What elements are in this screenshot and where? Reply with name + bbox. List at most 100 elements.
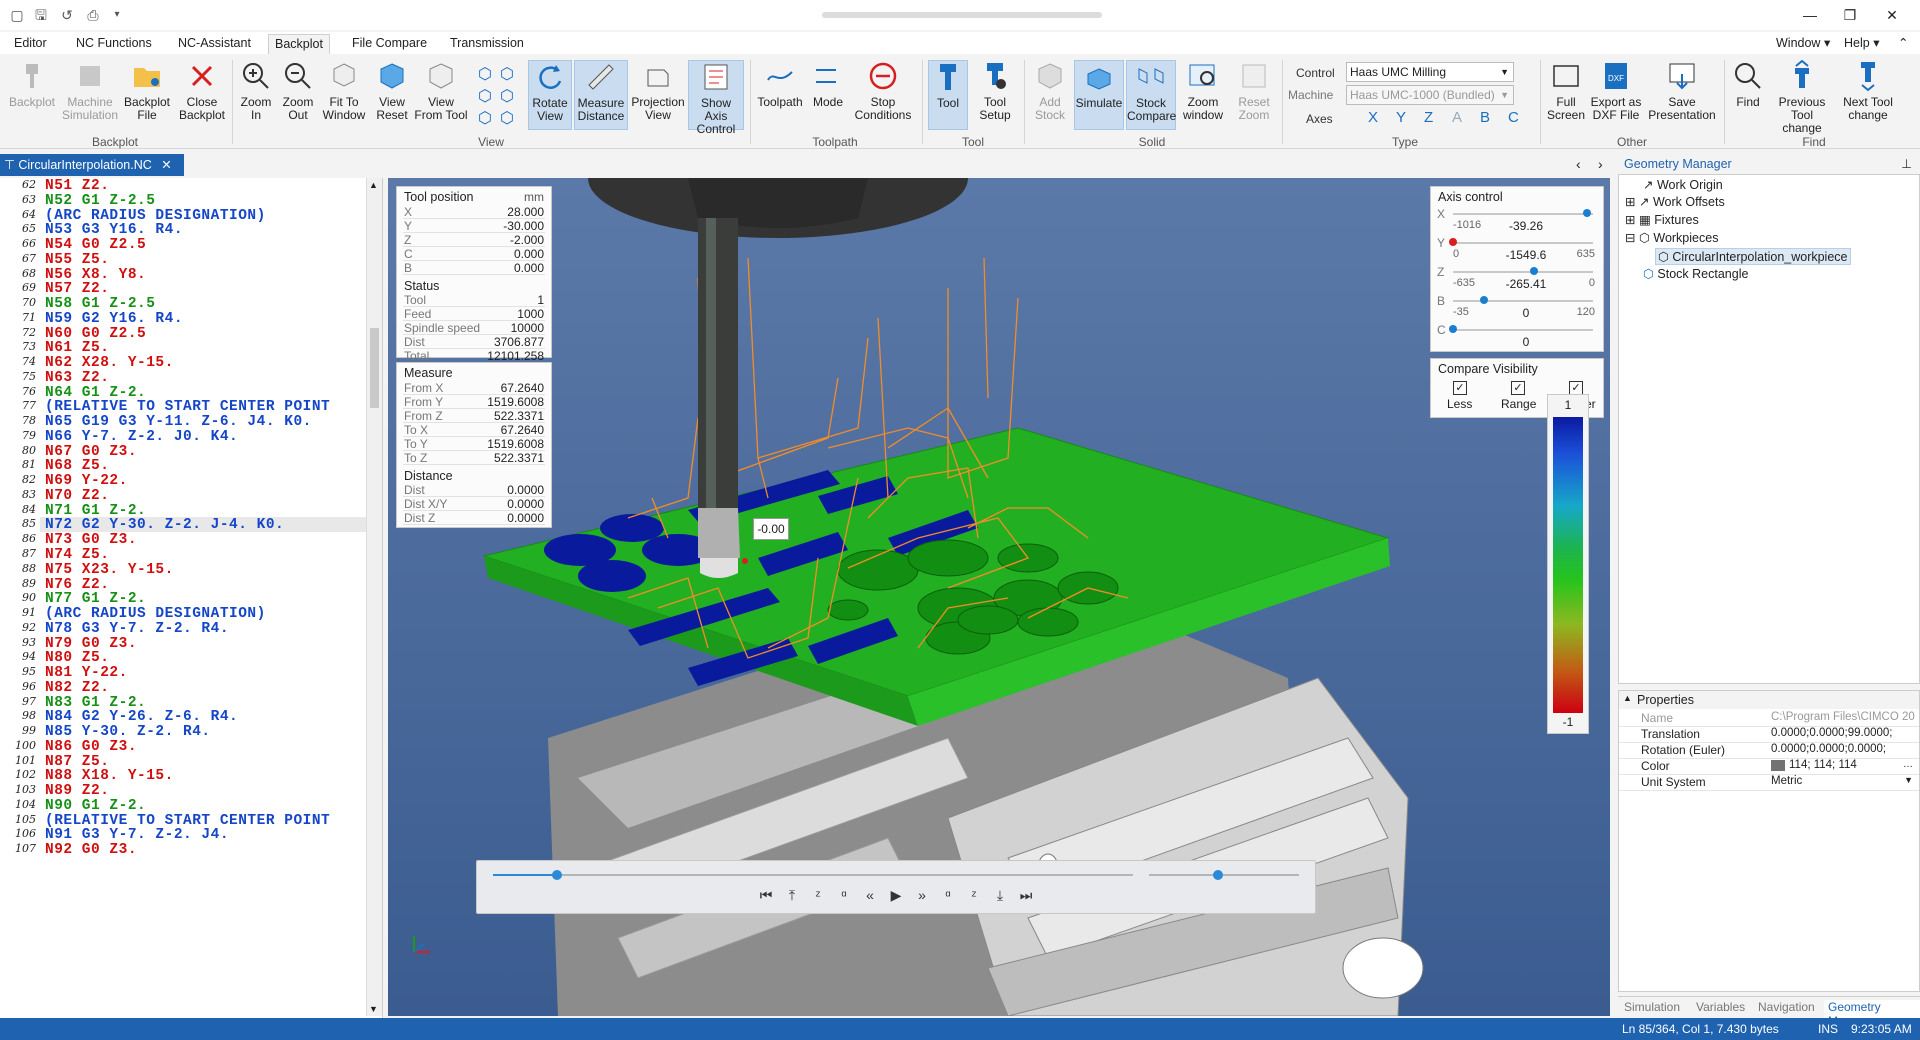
close-tab-icon[interactable]: ✕ [161, 158, 171, 172]
tree-item-workpieces[interactable]: ⊟ ⬡ Workpieces [1625, 230, 1718, 245]
iso-view-icon[interactable]: ⬡ [500, 64, 514, 84]
code-line[interactable]: N80 Z5. [45, 650, 109, 666]
code-line[interactable]: N87 Z5. [45, 754, 109, 770]
code-line[interactable]: N57 Z2. [45, 281, 109, 297]
backplot-file-button[interactable]: Backplot File [122, 60, 172, 130]
tab-nc-assistant[interactable]: NC-Assistant [172, 34, 257, 54]
tree-item-workpiece-selected[interactable]: ⬡ CircularInterpolation_workpiece [1655, 248, 1851, 265]
editor-scrollbar[interactable]: ▲ ▼ [366, 178, 382, 1016]
code-line[interactable]: N62 X28. Y-15. [45, 355, 174, 371]
full-screen-button[interactable]: Full Screen [1546, 60, 1586, 130]
axis-slider-thumb[interactable] [1530, 267, 1539, 275]
code-line[interactable]: N75 X23. Y-15. [45, 562, 174, 578]
property-value[interactable]: 114; 114; 114 [1789, 759, 1920, 771]
code-line[interactable]: N65 G19 G3 Y-11. Z-6. J4. K0. [45, 414, 312, 430]
view-reset-button[interactable]: View Reset [372, 60, 412, 130]
code-line[interactable]: N54 G0 Z2.5 [45, 237, 146, 253]
code-line[interactable]: N67 G0 Z3. [45, 444, 137, 460]
code-line[interactable]: N61 Z5. [45, 340, 109, 356]
code-line[interactable]: N77 G1 Z-2. [45, 591, 146, 607]
window-menu[interactable]: Window ▾ [1770, 34, 1836, 54]
axis-c-toggle[interactable]: C [1508, 109, 1519, 126]
mode-button[interactable]: Mode [808, 60, 848, 130]
axis-slider-track[interactable] [1453, 271, 1593, 273]
code-line[interactable]: N56 X8. Y8. [45, 267, 146, 283]
code-line[interactable]: N70 Z2. [45, 488, 109, 504]
code-line[interactable]: N85 Y-30. Z-2. R4. [45, 724, 211, 740]
geometry-tree[interactable]: ↗ Work Origin ⊞ ↗ Work Offsets ⊞ ▦ Fixtu… [1618, 174, 1920, 684]
prev-move-icon[interactable]: ᵅ [833, 887, 855, 903]
print-icon[interactable]: ⎙ [84, 6, 102, 24]
zoom-window-button[interactable]: Zoom window [1178, 60, 1228, 130]
code-editor[interactable]: 62 N51 Z2. 63 N52 G1 Z-2.5 64 (ARC RADIUS DES… [0, 178, 383, 1018]
quick-access-dropdown-icon[interactable]: ▾ [108, 6, 126, 24]
tab-scroll-right-icon[interactable]: › [1598, 156, 1603, 172]
scroll-down-icon[interactable]: ▼ [369, 1004, 378, 1014]
axis-slider-track[interactable] [1453, 329, 1593, 331]
property-value[interactable]: Metric [1771, 775, 1916, 787]
code-line[interactable]: N59 G2 Y16. R4. [45, 311, 183, 327]
code-line[interactable]: N92 G0 Z3. [45, 842, 137, 858]
collapse-ribbon-icon[interactable]: ⌃ [1892, 34, 1914, 54]
axis-slider-track[interactable] [1453, 300, 1593, 302]
code-line[interactable]: N76 Z2. [45, 577, 109, 593]
tool-button[interactable]: Tool [928, 60, 968, 130]
save-presentation-button[interactable]: Save Presentation [1646, 60, 1718, 130]
code-line[interactable]: N89 Z2. [45, 783, 109, 799]
code-line[interactable]: N91 G3 Y-7. Z-2. J4. [45, 827, 229, 843]
property-value[interactable]: 0.0000;0.0000;0.0000; [1771, 743, 1916, 755]
less-checkbox[interactable]: ✓ [1453, 381, 1467, 395]
code-line[interactable]: (ARC RADIUS DESIGNATION) [45, 208, 266, 224]
editor-file-tab[interactable]: ⊤ CircularInterpolation.NC ✕ [0, 154, 184, 176]
rotate-view-button[interactable]: Rotate View [528, 60, 572, 130]
previous-tool-change-button[interactable]: Previous Tool change [1770, 60, 1834, 135]
code-line[interactable]: N66 Y-7. Z-2. J0. K4. [45, 429, 238, 445]
playback-progress-track[interactable] [493, 874, 1133, 876]
expand-icon[interactable]: ⊞ [1625, 195, 1635, 209]
view-orientation-grid[interactable]: ⬡ ⬡ ⬡ ⬡ ⬡ ⬡ [474, 62, 522, 128]
code-line[interactable]: N82 Z2. [45, 680, 109, 696]
property-value[interactable]: 0.0000;0.0000;99.0000; [1771, 727, 1916, 739]
code-line[interactable]: N64 G1 Z-2. [45, 385, 146, 401]
tool-setup-button[interactable]: Tool Setup [972, 60, 1018, 130]
tab-scroll-left-icon[interactable]: ‹ [1576, 156, 1581, 172]
show-axis-control-button[interactable]: Show Axis Control [688, 60, 744, 136]
undo-icon[interactable]: ↺ [58, 6, 76, 24]
iso-view-icon[interactable]: ⬡ [478, 86, 492, 106]
tab-backplot[interactable]: Backplot [268, 34, 330, 54]
axis-a-toggle[interactable]: A [1452, 109, 1462, 126]
stop-conditions-button[interactable]: Stop Conditions [850, 60, 916, 130]
code-line[interactable]: N74 Z5. [45, 547, 109, 563]
code-line[interactable]: N68 Z5. [45, 458, 109, 474]
code-line[interactable]: (ARC RADIUS DESIGNATION) [45, 606, 266, 622]
code-line[interactable]: N86 G0 Z3. [45, 739, 137, 755]
measure-distance-button[interactable]: Measure Distance [574, 60, 628, 130]
toolpath-button[interactable]: Toolpath [754, 60, 806, 130]
view-from-tool-button[interactable]: View From Tool [414, 60, 468, 130]
tab-file-compare[interactable]: File Compare [346, 34, 433, 54]
properties-header[interactable]: ▲ Properties [1619, 691, 1919, 709]
code-line[interactable]: N58 G1 Z-2.5 [45, 296, 155, 312]
code-line[interactable]: N53 G3 Y16. R4. [45, 222, 183, 238]
code-line[interactable]: N83 G1 Z-2. [45, 695, 146, 711]
code-line[interactable]: N79 G0 Z3. [45, 636, 137, 652]
control-select[interactable]: Haas UMC Milling ▼ [1346, 62, 1514, 82]
play-icon[interactable]: ▶ [885, 887, 907, 904]
iso-view-icon[interactable]: ⬡ [500, 108, 514, 128]
chevron-down-icon[interactable]: ▼ [1904, 775, 1913, 785]
stock-compare-button[interactable]: Stock Compare [1126, 60, 1176, 130]
scroll-up-icon[interactable]: ▲ [369, 180, 378, 190]
playback-speed-thumb[interactable] [1213, 870, 1223, 880]
next-tool-change-button[interactable]: Next Tool change [1836, 60, 1900, 130]
tree-item-stock-rectangle[interactable]: ⬡ Stock Rectangle [1643, 266, 1748, 281]
axis-control-panel[interactable]: Axis control X -1016 -39.26 Y 0 -1549.6 635 Z -6… [1430, 186, 1604, 352]
collapse-icon[interactable]: ▲ [1623, 693, 1632, 703]
iso-view-icon[interactable]: ⬡ [478, 64, 492, 84]
code-line[interactable]: N88 X18. Y-15. [45, 768, 174, 784]
tab-transmission[interactable]: Transmission [444, 34, 530, 54]
code-line[interactable]: N71 G1 Z-2. [45, 503, 146, 519]
expand-icon[interactable]: ⊞ [1625, 213, 1635, 227]
last-icon[interactable]: ⏭ [1015, 887, 1037, 904]
export-dxf-button[interactable]: DXF Export as DXF File [1590, 60, 1642, 130]
tree-item-fixtures[interactable]: ⊞ ▦ Fixtures [1625, 212, 1699, 227]
